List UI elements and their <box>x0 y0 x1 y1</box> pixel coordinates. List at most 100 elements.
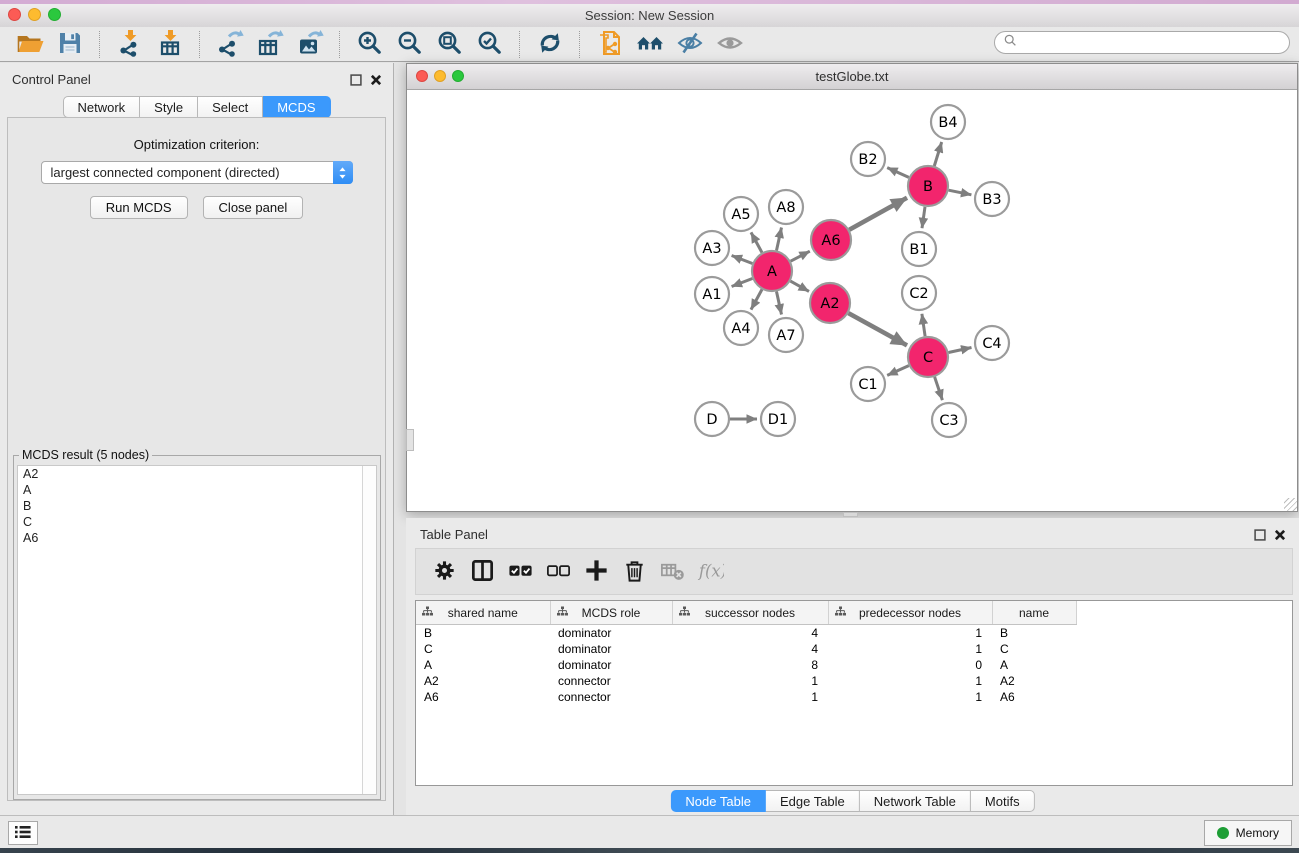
toolbar-button-show-graphics-details[interactable] <box>710 28 750 60</box>
toolbar-button-zoom-out[interactable] <box>390 28 430 60</box>
graph-node-B[interactable]: B <box>908 166 948 206</box>
float-panel-icon[interactable] <box>349 73 362 86</box>
tab-edge-table[interactable]: Edge Table <box>766 790 860 812</box>
toolbar-button-first-neighbors[interactable] <box>630 28 670 60</box>
column-header-successor-nodes[interactable]: successor nodes <box>672 601 828 625</box>
result-list-item[interactable]: A2 <box>18 466 376 482</box>
column-header-name[interactable]: name <box>992 601 1076 625</box>
column-header-shared-name[interactable]: shared name <box>416 601 550 625</box>
graph-node-A[interactable]: A <box>752 251 792 291</box>
tab-motifs[interactable]: Motifs <box>971 790 1035 812</box>
memory-button[interactable]: Memory <box>1204 820 1292 846</box>
table-row[interactable]: A6connector11A6 <box>416 689 1292 705</box>
graph-node-B4[interactable]: B4 <box>931 105 965 139</box>
column-header-MCDS-role[interactable]: MCDS role <box>550 601 672 625</box>
network-minimize-button[interactable] <box>434 70 446 82</box>
table-close-panel-icon[interactable] <box>1273 528 1286 541</box>
toolbar-button-zoom-fit[interactable] <box>430 28 470 60</box>
toolbar-button-apply-layout[interactable] <box>530 28 570 60</box>
result-list-item[interactable]: A6 <box>18 530 376 546</box>
horizontal-split-handle[interactable] <box>843 512 858 517</box>
table-row[interactable]: Adominator80A <box>416 657 1292 673</box>
graph-node-C[interactable]: C <box>908 337 948 377</box>
toolbar-button-toggle-graphics-details[interactable] <box>670 28 710 60</box>
table-toolbar-button-column-visibility[interactable] <box>463 553 501 591</box>
column-header-predecessor-nodes[interactable]: predecessor nodes <box>828 601 992 625</box>
graph-node-B3[interactable]: B3 <box>975 182 1009 216</box>
graph-node-B1[interactable]: B1 <box>902 232 936 266</box>
window-resize-grip[interactable] <box>1284 498 1297 511</box>
table-toolbar-button-add-column[interactable] <box>577 553 615 591</box>
table-toolbar-button-function-builder[interactable]: f(x) <box>691 553 729 591</box>
table-toolbar-button-select-all-rows[interactable] <box>501 553 539 591</box>
graph-edge-C-C4[interactable] <box>949 348 972 353</box>
graph-node-C2[interactable]: C2 <box>902 276 936 310</box>
graph-node-A7[interactable]: A7 <box>769 318 803 352</box>
tab-network[interactable]: Network <box>62 96 140 118</box>
graph-edge-B-B1[interactable] <box>922 207 925 228</box>
close-panel-icon[interactable] <box>369 73 382 86</box>
graph-node-A3[interactable]: A3 <box>695 231 729 265</box>
tab-select[interactable]: Select <box>198 96 263 118</box>
toolbar-button-export-image[interactable] <box>290 28 330 60</box>
toolbar-button-export-table[interactable] <box>250 28 290 60</box>
toolbar-button-zoom-in[interactable] <box>350 28 390 60</box>
graph-node-A8[interactable]: A8 <box>769 190 803 224</box>
toolbar-button-new-network-from-selection[interactable] <box>590 28 630 60</box>
graph-edge-A2-C[interactable] <box>848 313 907 345</box>
toolbar-button-import-table[interactable] <box>150 28 190 60</box>
minimize-window-button[interactable] <box>28 8 41 21</box>
tab-network-table[interactable]: Network Table <box>860 790 971 812</box>
graph-edge-A-A8[interactable] <box>777 228 782 251</box>
split-divider-handle[interactable] <box>406 429 414 451</box>
graph-edge-B-B2[interactable] <box>887 168 909 178</box>
graph-edge-A-A1[interactable] <box>732 279 753 287</box>
toolbar-button-import-network[interactable] <box>110 28 150 60</box>
table-float-panel-icon[interactable] <box>1253 528 1266 541</box>
table-toolbar-button-table-settings[interactable] <box>425 553 463 591</box>
toolbar-button-zoom-selected[interactable] <box>470 28 510 60</box>
mcds-result-list[interactable]: A2ABCA6 <box>17 465 377 795</box>
graph-node-A4[interactable]: A4 <box>724 311 758 345</box>
graph-edge-A-A2[interactable] <box>790 281 809 291</box>
graph-node-C1[interactable]: C1 <box>851 367 885 401</box>
table-toolbar-button-delete-columns[interactable] <box>615 553 653 591</box>
toolbar-button-open-session[interactable] <box>10 28 50 60</box>
toolbar-button-save-session[interactable] <box>50 28 90 60</box>
graph-edge-A-A5[interactable] <box>751 232 762 252</box>
graph-edge-A-A4[interactable] <box>751 289 762 309</box>
graph-node-A6[interactable]: A6 <box>811 220 851 260</box>
graph-node-D[interactable]: D <box>695 402 729 436</box>
table-row[interactable]: Cdominator41C <box>416 641 1292 657</box>
graph-edge-A6-B[interactable] <box>849 198 907 230</box>
table-row[interactable]: A2connector11A2 <box>416 673 1292 689</box>
result-list-item[interactable]: C <box>18 514 376 530</box>
network-close-button[interactable] <box>416 70 428 82</box>
table-toolbar-button-deselect-all-rows[interactable] <box>539 553 577 591</box>
network-zoom-button[interactable] <box>452 70 464 82</box>
graph-edge-A-A7[interactable] <box>777 292 782 315</box>
graph-node-C4[interactable]: C4 <box>975 326 1009 360</box>
graph-node-D1[interactable]: D1 <box>761 402 795 436</box>
graph-node-A1[interactable]: A1 <box>695 277 729 311</box>
graph-edge-C-C2[interactable] <box>922 314 925 336</box>
graph-edge-A-A3[interactable] <box>732 256 753 264</box>
graph-node-A2[interactable]: A2 <box>810 283 850 323</box>
close-panel-button[interactable]: Close panel <box>203 196 304 219</box>
graph-edge-B-B4[interactable] <box>934 142 941 166</box>
search-box[interactable] <box>994 31 1290 54</box>
graph-edge-C-C3[interactable] <box>935 377 943 400</box>
result-list-scrollbar[interactable] <box>362 466 376 794</box>
table-row[interactable]: Bdominator41B <box>416 625 1292 642</box>
result-list-item[interactable]: A <box>18 482 376 498</box>
tab-node-table[interactable]: Node Table <box>670 790 766 812</box>
graph-edge-A-A6[interactable] <box>791 251 810 261</box>
graph-node-C3[interactable]: C3 <box>932 403 966 437</box>
close-window-button[interactable] <box>8 8 21 21</box>
tab-style[interactable]: Style <box>140 96 198 118</box>
result-list-item[interactable]: B <box>18 498 376 514</box>
run-mcds-button[interactable]: Run MCDS <box>90 196 188 219</box>
graph-node-A5[interactable]: A5 <box>724 197 758 231</box>
graph-edge-C-C1[interactable] <box>887 366 909 376</box>
zoom-window-button[interactable] <box>48 8 61 21</box>
